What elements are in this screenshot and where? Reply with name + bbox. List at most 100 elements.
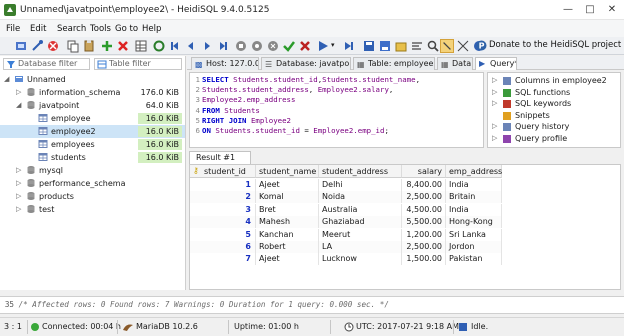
last-record-icon[interactable] [216,39,230,53]
result-tab[interactable]: Result #1 (5×7) [189,151,251,174]
column-header-student-address[interactable]: student_address [319,165,402,178]
tree-item-Unnamed[interactable]: ◢ Unnamed [0,73,185,86]
discard-icon[interactable] [298,39,312,53]
cancel-icon[interactable] [266,39,280,53]
tree-item-test[interactable]: ▷ test [0,203,185,216]
table-cell[interactable]: 8,400.00 [402,179,446,191]
refresh-icon[interactable] [152,39,166,53]
menu-help[interactable]: Help [142,24,161,34]
table-cell[interactable]: 2,500.00 [402,241,446,253]
heidisql-donate-icon[interactable]: P [476,40,487,51]
table-cell[interactable]: Kanchan [256,228,319,241]
column-header-salary[interactable]: salary [402,165,446,178]
table-cell[interactable]: Meerut [319,228,402,241]
table-cell[interactable]: Ajeet [256,179,319,191]
tab-data[interactable]: ▦ Data [437,57,473,70]
table-row[interactable]: 6 Robert LA 2,500.00 Jordon [190,241,502,253]
helper-item-query-history[interactable]: ▷ Query history [492,121,618,132]
table-cell[interactable]: 7 [190,253,256,266]
chevron-right-icon[interactable]: ▷ [16,190,21,203]
table-cell[interactable]: India [446,203,502,216]
tree-item-mysql[interactable]: ▷ mysql [0,164,185,177]
explain-icon[interactable] [456,39,470,53]
maximize-icon[interactable]: □ [584,4,596,15]
tree-item-employee2[interactable]: employee2 16.0 KiB [0,125,185,138]
helper-item-query-profile[interactable]: ▷ Query profile [492,133,618,144]
minimize-icon[interactable]: — [562,4,574,15]
table-cell[interactable]: Ghaziabad [319,216,402,229]
table-cell[interactable]: 5,500.00 [402,216,446,229]
table-cell[interactable]: 6 [190,241,256,253]
table-cell[interactable]: 3 [190,203,256,216]
chevron-down-icon[interactable]: ▾ [331,41,335,49]
chevron-right-icon[interactable]: ▷ [492,87,497,98]
table-cell[interactable]: Hong-Kong [446,216,502,229]
table-cell[interactable]: 4,500.00 [402,203,446,216]
tree-item-information-schema[interactable]: ▷ information_schema 176.0 KiB [0,86,185,99]
table-cell[interactable]: 1,500.00 [402,253,446,266]
tree-item-performance-schema[interactable]: ▷ performance_schema [0,177,185,190]
save-as-icon[interactable] [378,39,392,53]
table-cell[interactable]: Komal [256,191,319,204]
execute-query-icon[interactable] [316,39,330,53]
chevron-right-icon[interactable]: ▷ [16,203,21,216]
apply-icon[interactable] [282,39,296,53]
menu-edit[interactable]: Edit [30,24,46,34]
menu-file[interactable]: File [6,24,20,34]
table-grid-icon[interactable] [134,39,148,53]
tree-item-students[interactable]: students 16.0 KiB [0,151,185,164]
first-record-icon[interactable] [168,39,182,53]
sql-log[interactable]: 35 /* Affected rows: 0 Found rows: 7 War… [0,296,624,314]
column-header-student-name[interactable]: student_name [256,165,319,178]
table-cell[interactable]: Britain [446,191,502,204]
table-cell[interactable]: Ajeet [256,253,319,266]
table-cell[interactable]: Mahesh [256,216,319,229]
add-icon[interactable] [100,39,114,53]
load-icon[interactable] [394,39,408,53]
find-icon[interactable] [426,39,440,53]
close-icon[interactable]: ✕ [606,4,618,15]
tab-query[interactable]: ▶ Query* [475,57,517,70]
table-row[interactable]: 3 Bret Australia 4,500.00 India [190,203,502,216]
table-cell[interactable]: Noida [319,191,402,204]
save-icon[interactable] [362,39,376,53]
table-cell[interactable]: LA [319,241,402,253]
chevron-right-icon[interactable]: ▷ [492,75,497,86]
table-cell[interactable]: Australia [319,203,402,216]
tab-database[interactable]: ☰ Database: javatpoint [261,57,351,70]
tab-table[interactable]: ▦ Table: employee2 [353,57,435,70]
chevron-right-icon[interactable]: ▷ [16,86,21,99]
tree-item-products[interactable]: ▷ products [0,190,185,203]
tree-item-javatpoint[interactable]: ◢ javatpoint 64.0 KiB [0,99,185,112]
table-cell[interactable]: Lucknow [319,253,402,266]
chevron-right-icon[interactable]: ▷ [492,133,497,144]
chevron-down-icon[interactable]: ◢ [16,99,21,112]
table-cell[interactable]: Sri Lanka [446,228,502,241]
table-row[interactable]: 1 Ajeet Delhi 8,400.00 India [190,179,502,191]
chevron-right-icon[interactable]: ▷ [16,164,21,177]
table-cell[interactable]: Jordon [446,241,502,253]
column-header-emp-address[interactable]: emp_address [446,165,502,178]
paste-icon[interactable] [82,39,96,53]
menu-goto[interactable]: Go to [115,24,138,34]
table-cell[interactable]: 1 [190,179,256,191]
helper-item-snippets[interactable]: Snippets [492,110,618,121]
table-cell[interactable]: 2 [190,191,256,204]
connect-icon[interactable] [30,39,44,53]
table-row[interactable]: 5 Kanchan Meerut 1,200.00 Sri Lanka [190,228,502,241]
tab-host[interactable]: ▩ Host: 127.0.0.1 [191,57,259,70]
table-cell[interactable]: Robert [256,241,319,253]
table-cell[interactable]: Bret [256,203,319,216]
table-cell[interactable]: 2,500.00 [402,191,446,204]
disconnect-icon[interactable] [46,39,60,53]
table-row[interactable]: 2 Komal Noida 2,500.00 Britain [190,191,502,204]
chevron-right-icon[interactable]: ▷ [16,177,21,190]
table-cell[interactable]: India [446,179,502,191]
session-manager-icon[interactable] [14,39,28,53]
result-grid[interactable]: student_id ⚷ student_name student_address sa… [189,164,621,290]
tree-item-employees[interactable]: employees 16.0 KiB [0,138,185,151]
menu-tools[interactable]: Tools [90,24,111,34]
helper-item-sql-functions[interactable]: ▷ SQL functions [492,87,618,98]
record-icon[interactable] [250,39,264,53]
delete-icon[interactable] [116,39,130,53]
